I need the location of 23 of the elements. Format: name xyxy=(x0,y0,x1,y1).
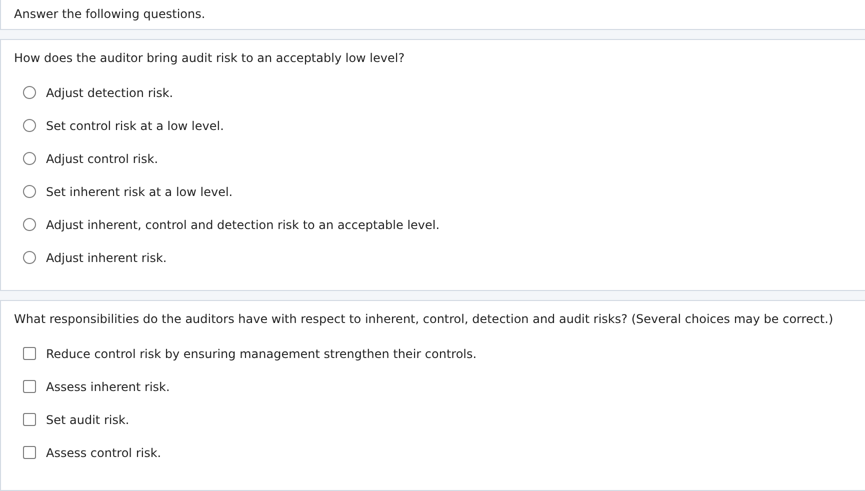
option-label: Set audit risk. xyxy=(46,412,130,429)
option-label: Set control risk at a low level. xyxy=(46,118,224,135)
radio-button[interactable] xyxy=(23,86,36,100)
radio-button[interactable] xyxy=(23,251,36,264)
option-label: Adjust inherent, control and detection risk to an acceptable level. xyxy=(46,216,440,234)
radio-button[interactable] xyxy=(23,119,36,132)
option-label: Adjust detection risk. xyxy=(46,84,174,102)
radio-button[interactable] xyxy=(23,152,36,166)
option-label: Reduce control risk by ensuring management strengthen their controls. xyxy=(46,346,477,363)
question-text: What responsibilities do the auditors have with respect to inherent, control, detection and audit risks? (Several choices may be correct.) xyxy=(14,310,834,327)
radio-button[interactable] xyxy=(23,218,36,232)
checkbox[interactable] xyxy=(23,446,36,460)
checkbox[interactable] xyxy=(23,413,36,426)
checkbox[interactable] xyxy=(23,347,36,360)
option-label: Adjust inherent risk. xyxy=(46,250,167,267)
option-label: Adjust control risk. xyxy=(46,150,158,168)
radio-button[interactable] xyxy=(23,185,36,198)
option-label: Assess control risk. xyxy=(46,444,162,462)
option-label: Set inherent risk at a low level. xyxy=(46,184,233,201)
checkbox[interactable] xyxy=(23,380,36,394)
question-text: How does the auditor bring audit risk to an acceptably low level? xyxy=(14,50,406,66)
instructions-text: Answer the following questions. xyxy=(14,6,206,24)
option-label: Assess inherent risk. xyxy=(46,378,170,396)
